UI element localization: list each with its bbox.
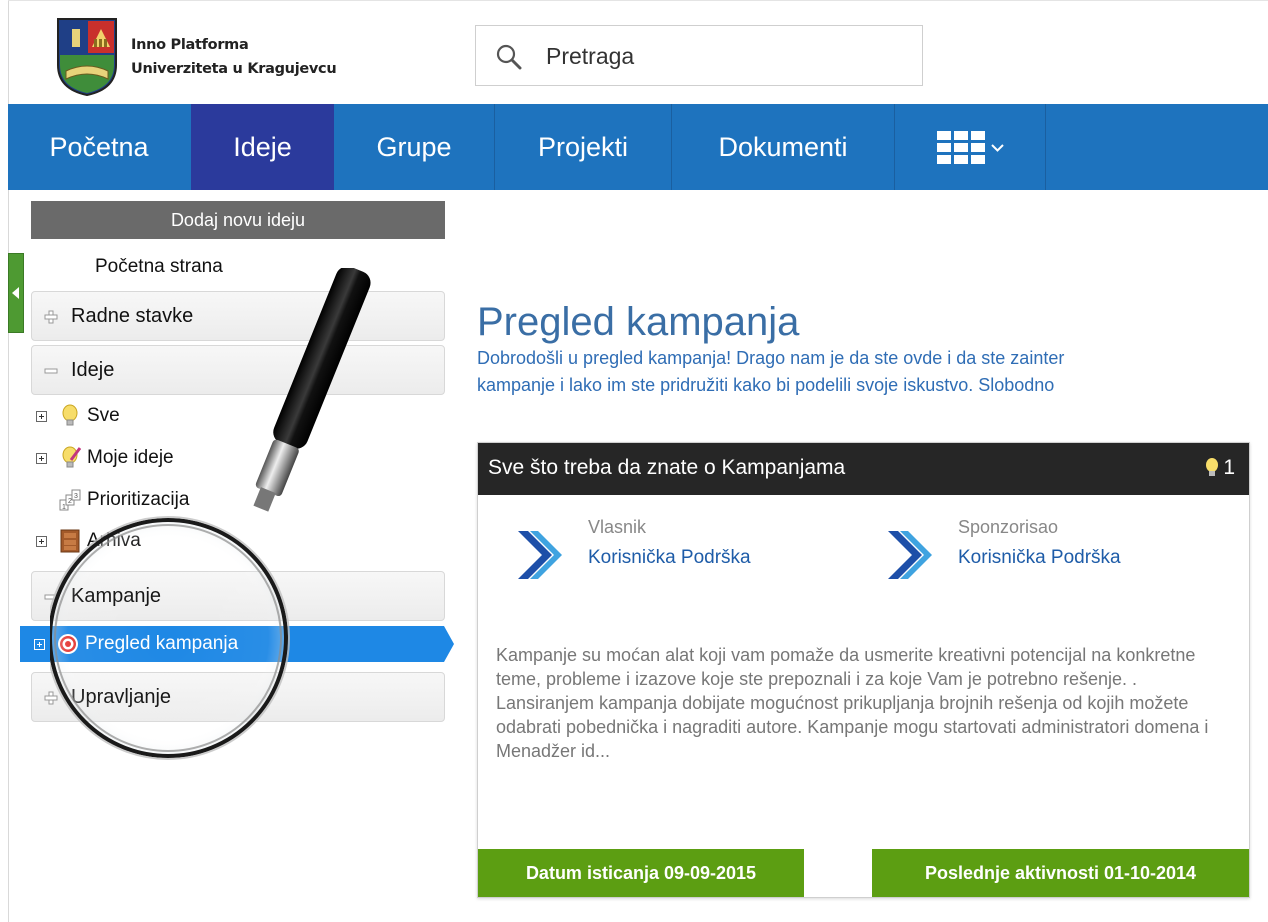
campaign-title-link[interactable]: Sve što treba da znate o Kampanjama: [488, 456, 845, 480]
page-title: Pregled kampanja: [477, 299, 800, 344]
section-upravljanje[interactable]: Upravljanje: [31, 672, 445, 722]
idea-count-value: 1: [1223, 456, 1235, 479]
nav-divider: [1045, 104, 1046, 190]
plus-icon: [44, 310, 58, 324]
section-label: Radne stavke: [71, 304, 194, 327]
sponsor-label: Sponzorisao: [958, 517, 1059, 537]
expiry-date-badge: Datum isticanja 09-09-2015: [478, 849, 804, 897]
sponsor-name-link[interactable]: Korisnička Podrška: [958, 547, 1121, 569]
campaign-card[interactable]: Sve što treba da znate o Kampanjama 1 Vl…: [477, 442, 1250, 898]
org-name-line2: Univerziteta u Kragujevcu: [131, 61, 337, 77]
card-header: Sve što treba da znate o Kampanjama 1: [478, 443, 1249, 495]
section-label: Upravljanje: [71, 685, 172, 708]
support-logo-icon: [518, 531, 562, 579]
organization-name[interactable]: Inno Platforma Univerziteta u Kragujevcu: [131, 33, 337, 81]
tree-item-label: Moje ideje: [87, 447, 174, 468]
last-activity-badge: Poslednje aktivnosti 01-10-2014: [872, 849, 1249, 897]
section-radne-stavke[interactable]: Radne stavke: [31, 291, 445, 341]
tree-item-label: Prioritizacija: [87, 489, 190, 510]
expand-icon[interactable]: [36, 535, 47, 547]
owner-name-link[interactable]: Korisnička Podrška: [588, 547, 751, 569]
apps-grid-icon: [936, 130, 985, 164]
window-top-edge: [8, 0, 1268, 9]
svg-text:2: 2: [68, 498, 72, 505]
tree-item-prioritizacija[interactable]: 1 2 3 Prioritizacija: [59, 488, 189, 512]
university-logo[interactable]: [56, 17, 118, 97]
chevron-left-icon: [12, 287, 19, 299]
section-kampanje[interactable]: Kampanje: [31, 571, 445, 621]
section-label: Kampanje: [71, 584, 162, 607]
my-ideas-icon: [62, 446, 81, 468]
minus-icon: [44, 594, 58, 600]
search-input[interactable]: Pretraga: [546, 43, 634, 70]
tree-item-arhiva[interactable]: Arhiva: [36, 529, 141, 553]
tree-item-sve[interactable]: Sve: [36, 404, 120, 428]
expand-icon[interactable]: [36, 410, 47, 422]
nav-dokumenti[interactable]: Dokumenti: [672, 104, 894, 190]
lightbulb-icon: [1206, 458, 1219, 476]
expand-icon[interactable]: [36, 452, 47, 464]
svg-text:1: 1: [62, 504, 66, 511]
target-icon: [58, 634, 78, 654]
section-label: Ideje: [71, 358, 115, 381]
search-box[interactable]: Pretraga: [475, 25, 923, 86]
org-name-line1: Inno Platforma: [131, 37, 249, 53]
lightbulb-icon: [62, 404, 78, 426]
intro-line: kampanje i lako im ste pridružiti kako b…: [477, 375, 1055, 395]
tree-item-pregled-kampanja[interactable]: Pregled kampanja: [20, 626, 454, 662]
svg-text:3: 3: [74, 493, 78, 500]
nav-ideje[interactable]: Ideje: [191, 104, 334, 190]
prioritize-icon: 1 2 3: [59, 489, 81, 511]
minus-icon: [44, 368, 58, 374]
section-ideje[interactable]: Ideje: [31, 345, 445, 395]
intro-text: Dobrodošli u pregled kampanja! Drago nam…: [477, 345, 1268, 399]
apps-menu-button[interactable]: [895, 104, 1045, 190]
nav-projekti[interactable]: Projekti: [495, 104, 671, 190]
sidebar-collapse-toggle[interactable]: [8, 253, 24, 333]
add-new-idea-button[interactable]: Dodaj novu ideju: [31, 201, 445, 239]
support-logo-icon: [888, 531, 932, 579]
main-navigation: Početna Ideje Grupe Projekti Dokumenti: [8, 104, 1268, 190]
nav-pocetna[interactable]: Početna: [8, 104, 190, 190]
tree-item-label: Arhiva: [87, 530, 141, 551]
tree-item-moje-ideje[interactable]: Moje ideje: [36, 446, 174, 470]
home-page-link[interactable]: Početna strana: [95, 256, 223, 278]
campaign-description: Kampanje su moćan alat koji vam pomaže d…: [496, 645, 1209, 761]
owner-label: Vlasnik: [588, 517, 647, 537]
nav-grupe[interactable]: Grupe: [334, 104, 494, 190]
chevron-down-icon: [990, 143, 1004, 152]
idea-count: 1: [1205, 456, 1235, 480]
intro-line: Dobrodošli u pregled kampanja! Drago nam…: [477, 348, 1065, 368]
plus-icon: [44, 691, 58, 705]
search-icon[interactable]: [496, 44, 522, 70]
tree-item-label: Sve: [87, 405, 120, 426]
expand-icon[interactable]: [34, 638, 45, 650]
tree-item-label: Pregled kampanja: [85, 633, 239, 654]
archive-cabinet-icon: [60, 529, 80, 553]
